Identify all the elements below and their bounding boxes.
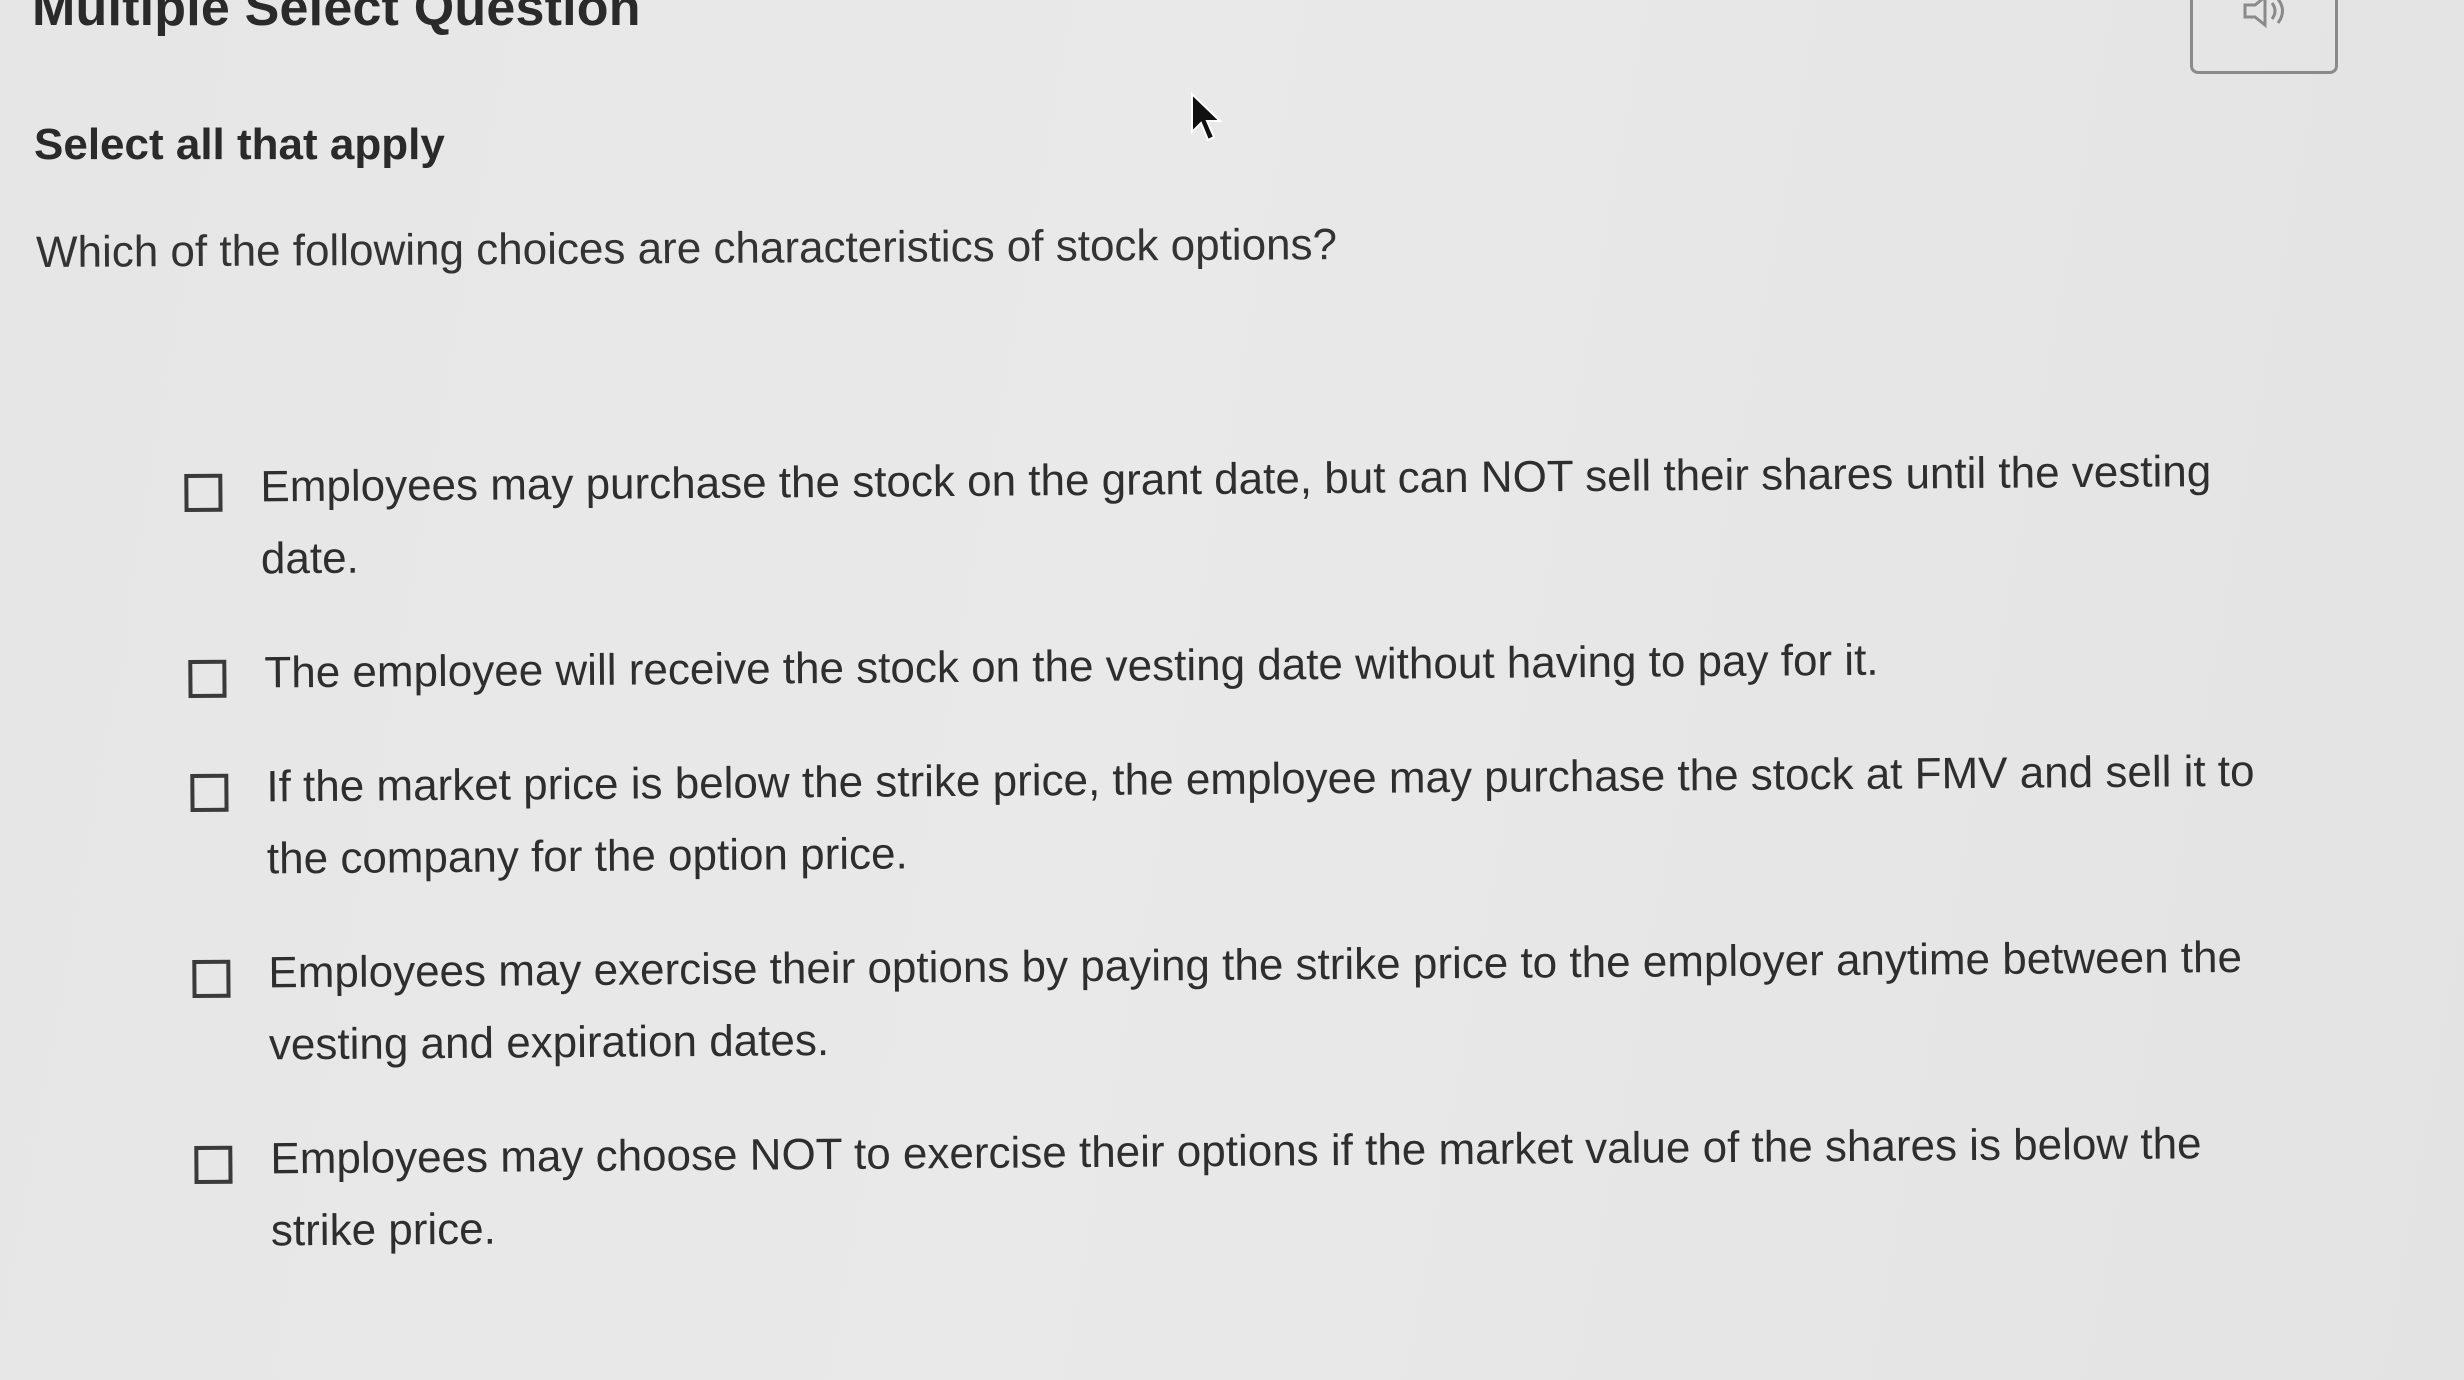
answer-checkbox[interactable]	[190, 773, 229, 812]
answer-checkbox[interactable]	[194, 1145, 233, 1184]
mouse-pointer-icon	[1191, 92, 1223, 142]
answer-option-label: The employee will receive the stock on t…	[264, 635, 1879, 698]
speaker-icon	[2243, 0, 2284, 29]
read-aloud-button[interactable]	[2190, 0, 2338, 74]
answer-option[interactable]: Employees may purchase the stock on the …	[184, 424, 2285, 596]
answer-option-label: Employees may choose NOT to exercise the…	[270, 1119, 2202, 1256]
answer-option-label: Employees may purchase the stock on the …	[260, 447, 2212, 584]
answer-checkbox[interactable]	[192, 959, 231, 998]
answer-option[interactable]: The employee will receive the stock on t…	[188, 610, 2289, 710]
question-type-title: Multiple Select Question	[32, 0, 641, 37]
answer-option-label: If the market price is below the strike …	[266, 746, 2255, 884]
question-page: Multiple Select Question Select all that…	[0, 0, 2464, 1380]
instruction-text: Select all that apply	[34, 120, 445, 169]
answer-option[interactable]: Employees may exercise their options by …	[192, 910, 2293, 1082]
answer-option[interactable]: Employees may choose NOT to exercise the…	[194, 1096, 2295, 1268]
answer-checkbox[interactable]	[184, 473, 223, 512]
answer-checkbox[interactable]	[188, 659, 227, 698]
question-prompt: Which of the following choices are chara…	[35, 220, 1338, 277]
answer-option-label: Employees may exercise their options by …	[268, 932, 2243, 1070]
answer-option[interactable]: If the market price is below the strike …	[190, 724, 2291, 896]
